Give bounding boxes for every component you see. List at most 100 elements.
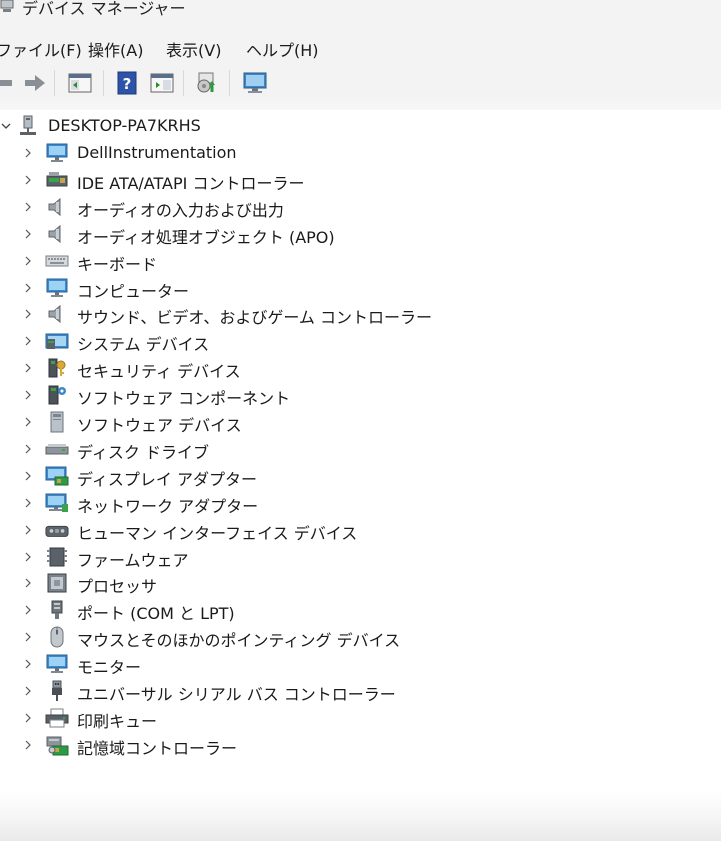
display-monitor-icon[interactable]	[242, 70, 268, 96]
menu-bar: ファイル(F) 操作(A) 表示(V) ヘルプ(H)	[0, 26, 721, 62]
chevron-right-icon[interactable]	[22, 551, 34, 563]
menu-view[interactable]: 表示(V)	[166, 37, 221, 61]
tree-node[interactable]: ヒューマン インターフェイス デバイス	[0, 517, 721, 543]
chevron-right-icon[interactable]	[22, 308, 34, 320]
show-hide-console-tree-icon[interactable]	[67, 70, 93, 96]
speaker-icon	[45, 303, 69, 325]
chevron-right-icon[interactable]	[22, 685, 34, 697]
tree-node[interactable]: 記憶域コントローラー	[0, 732, 721, 758]
toolbar-separator	[103, 70, 104, 96]
tree-node-label: オーディオの入力および出力	[77, 201, 284, 220]
device-manager-icon	[0, 0, 14, 12]
tree-node[interactable]: ディスプレイ アダプター	[0, 463, 721, 489]
chevron-right-icon[interactable]	[22, 631, 34, 643]
device-tree: DESKTOP-PA7KRHS DellInstrumentation IDE A…	[0, 110, 721, 790]
tree-node[interactable]: プロセッサ	[0, 570, 721, 596]
tree-node-label: セキュリティ デバイス	[77, 362, 241, 381]
chevron-right-icon[interactable]	[22, 658, 34, 670]
tree-node[interactable]: ソフトウェア デバイス	[0, 409, 721, 435]
chevron-right-icon[interactable]	[22, 255, 34, 267]
tree-node-label: ディスプレイ アダプター	[77, 470, 257, 489]
tree-node-label: ソフトウェア コンポーネント	[77, 389, 291, 408]
chevron-right-icon[interactable]	[22, 335, 34, 347]
display-adapter-icon	[45, 465, 69, 487]
tree-node[interactable]: ポート (COM と LPT)	[0, 597, 721, 623]
tree-node[interactable]: オーディオ処理オブジェクト (APO)	[0, 221, 721, 247]
tree-node-label: サウンド、ビデオ、およびゲーム コントローラー	[77, 308, 433, 327]
chevron-right-icon[interactable]	[22, 712, 34, 724]
chevron-right-icon[interactable]	[22, 497, 34, 509]
forward-arrow-icon[interactable]	[22, 70, 48, 96]
window-title: デバイス マネージャー	[22, 0, 186, 18]
chevron-right-icon[interactable]	[22, 174, 34, 186]
tree-node[interactable]: キーボード	[0, 248, 721, 274]
tree-node-label: DellInstrumentation	[77, 143, 237, 162]
chevron-right-icon[interactable]	[22, 604, 34, 616]
printer-icon	[45, 707, 69, 729]
tree-node[interactable]: オーディオの入力および出力	[0, 194, 721, 220]
tree-node[interactable]: ファームウェア	[0, 544, 721, 570]
menu-file[interactable]: ファイル(F)	[0, 37, 82, 61]
software-device-icon	[45, 411, 69, 433]
tree-node-label: IDE ATA/ATAPI コントローラー	[77, 174, 305, 193]
tree-node-label: 記憶域コントローラー	[77, 739, 238, 758]
speaker-icon	[45, 196, 69, 218]
ide-controller-icon	[45, 169, 69, 191]
chevron-right-icon[interactable]	[22, 362, 34, 374]
storage-controller-icon	[45, 734, 69, 756]
chevron-right-icon[interactable]	[22, 577, 34, 589]
tree-node[interactable]: 印刷キュー	[0, 705, 721, 731]
tree-node-label: オーディオ処理オブジェクト (APO)	[77, 228, 335, 247]
monitor-icon	[45, 142, 69, 164]
tree-node-label: ポート (COM と LPT)	[77, 604, 235, 623]
tree-node-label: ネットワーク アダプター	[77, 497, 259, 516]
chevron-right-icon[interactable]	[22, 739, 34, 751]
menu-help[interactable]: ヘルプ(H)	[246, 37, 319, 61]
tree-node-label: コンピューター	[77, 282, 190, 301]
tree-node[interactable]: ネットワーク アダプター	[0, 490, 721, 516]
tree-node[interactable]: コンピューター	[0, 275, 721, 301]
chevron-right-icon[interactable]	[22, 416, 34, 428]
chevron-right-icon[interactable]	[22, 470, 34, 482]
title-bar: デバイス マネージャー	[0, 0, 721, 26]
disk-drive-icon	[45, 438, 69, 460]
scan-hardware-icon[interactable]	[194, 70, 220, 96]
tree-node-label: ソフトウェア デバイス	[77, 416, 242, 435]
chevron-right-icon[interactable]	[22, 282, 34, 294]
toolbar-separator	[229, 70, 230, 96]
tree-root[interactable]: DESKTOP-PA7KRHS	[0, 113, 721, 139]
toolbar-separator	[54, 70, 55, 96]
tree-node-label: ヒューマン インターフェイス デバイス	[77, 524, 358, 543]
keyboard-icon	[45, 250, 69, 272]
chevron-right-icon[interactable]	[22, 389, 34, 401]
chevron-right-icon[interactable]	[22, 228, 34, 240]
tree-node[interactable]: ソフトウェア コンポーネント	[0, 382, 721, 408]
speaker-icon	[45, 223, 69, 245]
firmware-chip-icon	[45, 546, 69, 568]
tree-node[interactable]: マウスとそのほかのポインティング デバイス	[0, 624, 721, 650]
toolbar-separator	[183, 70, 184, 96]
tree-node[interactable]: システム デバイス	[0, 328, 721, 354]
tree-node[interactable]: DellInstrumentation	[0, 140, 721, 166]
tree-node[interactable]: ディスク ドライブ	[0, 436, 721, 462]
chevron-right-icon[interactable]	[22, 201, 34, 213]
port-icon	[45, 599, 69, 621]
menu-action[interactable]: 操作(A)	[88, 37, 143, 61]
tree-node-label: ディスク ドライブ	[77, 443, 209, 462]
window-bottom-edge	[0, 790, 721, 841]
back-arrow-icon[interactable]	[0, 70, 20, 96]
action-pane-icon[interactable]	[149, 70, 175, 96]
tree-node-label: モニター	[77, 658, 142, 677]
tree-node[interactable]: IDE ATA/ATAPI コントローラー	[0, 167, 721, 193]
tree-node[interactable]: セキュリティ デバイス	[0, 355, 721, 381]
tree-node[interactable]: モニター	[0, 651, 721, 677]
chevron-right-icon[interactable]	[22, 443, 34, 455]
help-icon[interactable]: ?	[114, 70, 140, 96]
chevron-down-icon[interactable]	[0, 120, 12, 132]
chevron-right-icon[interactable]	[22, 147, 34, 159]
tree-node-label: ユニバーサル シリアル バス コントローラー	[77, 685, 396, 704]
chevron-right-icon[interactable]	[22, 524, 34, 536]
tree-node[interactable]: ユニバーサル シリアル バス コントローラー	[0, 678, 721, 704]
software-component-icon	[45, 384, 69, 406]
tree-node[interactable]: サウンド、ビデオ、およびゲーム コントローラー	[0, 301, 721, 327]
